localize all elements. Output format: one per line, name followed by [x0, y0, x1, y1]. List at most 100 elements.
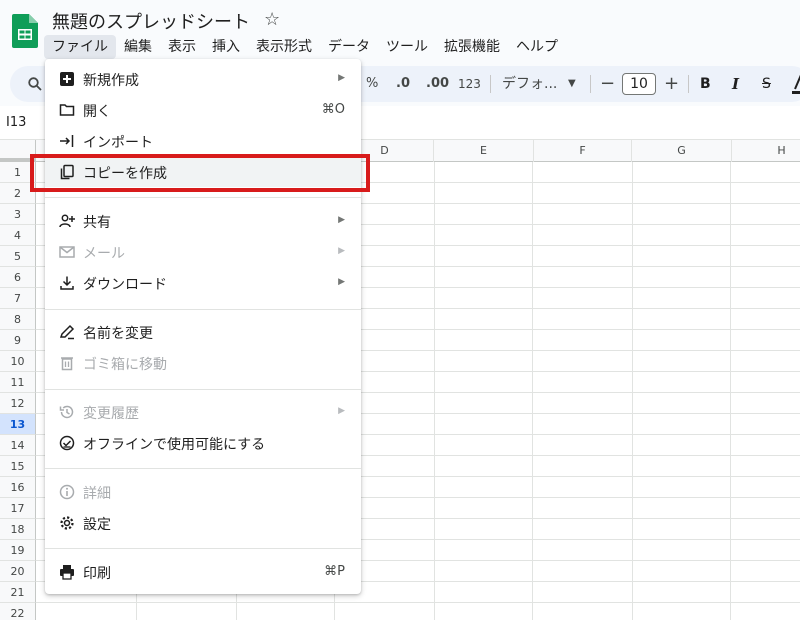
submenu-arrow-icon: ▶ [338, 277, 345, 287]
menu-item-label: ダウンロード [83, 277, 167, 293]
percent-format-button[interactable]: % [366, 66, 378, 102]
row-header[interactable]: 7 [0, 288, 36, 309]
menu-item-rename[interactable]: 名前を変更 [45, 317, 361, 347]
menu-item-open[interactable]: 開く ⌘O [45, 95, 361, 125]
number-format-button[interactable]: 123 [458, 66, 481, 102]
font-size-input[interactable]: 10 [622, 73, 656, 95]
menu-data[interactable]: データ [320, 35, 378, 59]
menu-divider [45, 389, 361, 390]
menu-item-label: 印刷 [83, 566, 111, 582]
font-family-select[interactable]: デフォ... [502, 66, 557, 102]
column-header-g[interactable]: G [632, 140, 732, 162]
menu-file[interactable]: ファイル [44, 35, 116, 59]
submenu-arrow-icon: ▶ [338, 406, 345, 416]
menu-item-make-available-offline[interactable]: オフラインで使用可能にする [45, 428, 361, 458]
row-header[interactable]: 10 [0, 351, 36, 372]
menu-view[interactable]: 表示 [160, 35, 204, 59]
folder-icon [59, 104, 75, 116]
menu-item-share[interactable]: 共有 ▶ [45, 206, 361, 236]
increase-decimal-button[interactable]: .00 [426, 66, 449, 102]
decrease-decimal-button[interactable]: .0 [396, 66, 410, 102]
menu-help[interactable]: ヘルプ [508, 35, 566, 59]
menu-format[interactable]: 表示形式 [248, 35, 320, 59]
column-header-h[interactable]: H [732, 140, 800, 162]
offline-icon [59, 435, 75, 451]
menu-item-move-to-trash: ゴミ箱に移動 [45, 348, 361, 378]
row-header[interactable]: 16 [0, 477, 36, 498]
menu-item-new[interactable]: 新規作成 ▶ [45, 64, 361, 94]
print-icon [60, 565, 74, 580]
decrease-font-size-button[interactable]: − [600, 66, 615, 102]
menu-insert[interactable]: 挿入 [204, 35, 248, 59]
row-header[interactable]: 19 [0, 540, 36, 561]
row-header[interactable]: 18 [0, 519, 36, 540]
column-header-f[interactable]: F [534, 140, 632, 162]
document-title[interactable]: 無題のスプレッドシート [52, 8, 250, 34]
menu-item-import[interactable]: インポート [45, 126, 361, 156]
menu-edit[interactable]: 編集 [116, 35, 160, 59]
highlight-annotation-box [30, 154, 370, 192]
row-header[interactable]: 3 [0, 204, 36, 225]
grid-line [730, 162, 731, 620]
history-icon [59, 405, 74, 419]
star-icon[interactable]: ☆ [264, 9, 280, 30]
row-header[interactable]: 6 [0, 267, 36, 288]
text-color-icon[interactable] [792, 74, 800, 94]
import-icon [60, 135, 74, 147]
row-header[interactable]: 17 [0, 498, 36, 519]
row-header[interactable]: 9 [0, 330, 36, 351]
menu-item-label: オフラインで使用可能にする [83, 437, 266, 453]
rename-icon [59, 324, 75, 340]
menu-item-download[interactable]: ダウンロード ▶ [45, 268, 361, 298]
chevron-down-icon[interactable]: ▼ [568, 66, 576, 102]
row-header[interactable]: 11 [0, 372, 36, 393]
menu-divider [45, 309, 361, 310]
row-header[interactable]: 4 [0, 225, 36, 246]
row-header[interactable]: 22 [0, 603, 36, 620]
menu-item-label: 変更履歴 [83, 406, 139, 422]
row-header[interactable]: 14 [0, 435, 36, 456]
menu-item-settings[interactable]: 設定 [45, 508, 361, 538]
bold-button[interactable]: B [700, 66, 711, 102]
name-box[interactable]: I13 [6, 115, 26, 130]
submenu-arrow-icon: ▶ [338, 73, 345, 83]
toolbar-divider [688, 75, 689, 93]
mail-icon [59, 246, 75, 258]
row-header-selected[interactable]: 13 [0, 414, 36, 435]
info-icon [59, 484, 75, 500]
download-icon [60, 276, 74, 290]
menu-item-print[interactable]: 印刷 ⌘P [45, 557, 361, 587]
increase-font-size-button[interactable]: + [664, 66, 679, 102]
menu-item-email: メール ▶ [45, 237, 361, 267]
grid-line [532, 162, 533, 620]
trash-icon [61, 357, 73, 371]
sheets-logo-icon[interactable] [12, 14, 38, 48]
italic-button[interactable]: I [732, 66, 739, 102]
menu-tools[interactable]: ツール [378, 35, 436, 59]
menu-item-label: 開く [83, 104, 111, 120]
menu-item-details: 詳細 [45, 477, 361, 507]
grid-line [434, 162, 435, 620]
row-header[interactable]: 20 [0, 561, 36, 582]
menu-item-label: 名前を変更 [83, 326, 153, 342]
row-header[interactable]: 12 [0, 393, 36, 414]
strikethrough-button[interactable]: S [762, 66, 771, 102]
menu-item-label: ゴミ箱に移動 [83, 357, 167, 373]
search-icon[interactable] [28, 77, 42, 91]
menu-item-label: 共有 [83, 215, 111, 231]
row-header[interactable]: 8 [0, 309, 36, 330]
row-header[interactable]: 21 [0, 582, 36, 603]
gear-icon [60, 516, 74, 530]
submenu-arrow-icon: ▶ [338, 246, 345, 256]
grid-line [36, 602, 800, 603]
menu-extensions[interactable]: 拡張機能 [436, 35, 508, 59]
menu-divider [45, 468, 361, 469]
share-icon [59, 214, 75, 228]
menu-divider [45, 548, 361, 549]
column-header-e[interactable]: E [434, 140, 534, 162]
row-header[interactable]: 5 [0, 246, 36, 267]
shortcut-label: ⌘P [324, 564, 345, 579]
row-header[interactable]: 15 [0, 456, 36, 477]
menubar: ファイル 編集 表示 挿入 表示形式 データ ツール 拡張機能 ヘルプ [44, 35, 566, 59]
menu-item-label: 詳細 [83, 486, 111, 502]
